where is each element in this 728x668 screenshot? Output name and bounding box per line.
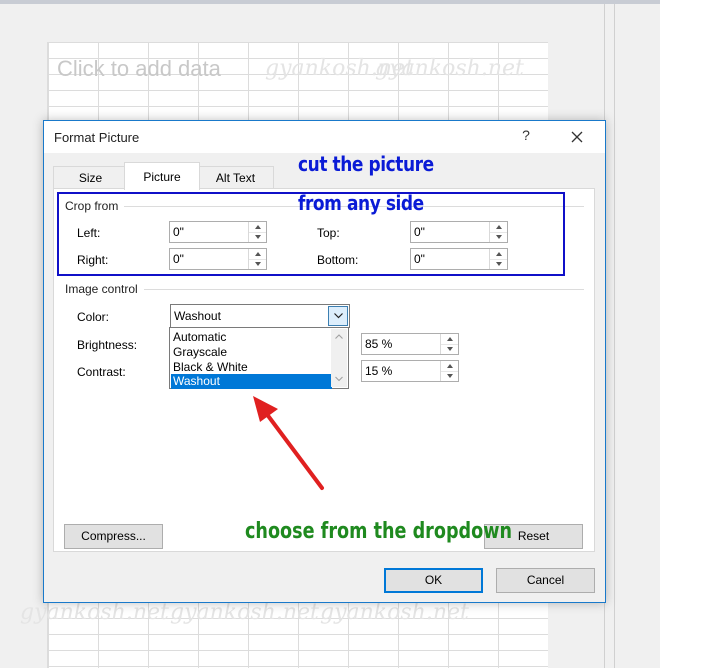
red-arrow-icon — [253, 396, 324, 490]
brightness-label: Brightness: — [77, 338, 138, 352]
table-placeholder-text: Click to add data — [57, 56, 221, 81]
tab-alt-text[interactable]: Alt Text — [197, 166, 274, 189]
group-divider — [144, 289, 584, 290]
color-label: Color: — [77, 310, 110, 324]
dropdown-annotation: choose from the dropdown — [245, 519, 513, 544]
option-black-white[interactable]: Black & White — [171, 360, 332, 375]
help-button[interactable]: ? — [514, 127, 538, 147]
contrast-spinner[interactable]: 15 % — [361, 360, 459, 382]
brightness-value: 85 % — [365, 337, 393, 351]
watermark: gyankosh.net — [375, 56, 524, 81]
dropdown-scrollbar[interactable] — [331, 329, 347, 387]
spin-down-icon[interactable] — [441, 344, 458, 354]
option-washout[interactable]: Washout — [171, 374, 332, 389]
watermark: gyankosh.net — [320, 600, 469, 625]
option-automatic[interactable]: Automatic — [171, 330, 332, 345]
close-icon — [571, 131, 583, 143]
ok-button[interactable]: OK — [384, 568, 483, 593]
dialog-titlebar: Format Picture ? — [44, 121, 605, 153]
color-select-value: Washout — [174, 309, 221, 323]
contrast-label: Contrast: — [77, 365, 126, 379]
color-dropdown-list: Automatic Grayscale Black & White Washou… — [169, 327, 349, 389]
scroll-up-icon — [335, 334, 343, 339]
crop-annotation-line1: cut the picture — [298, 152, 434, 176]
tab-size[interactable]: Size — [53, 166, 128, 189]
chevron-down-icon[interactable] — [328, 306, 348, 326]
brightness-spinner[interactable]: 85 % — [361, 333, 459, 355]
right-panel — [660, 0, 728, 668]
scroll-down-icon — [335, 376, 343, 382]
compress-button[interactable]: Compress... — [64, 524, 163, 549]
watermark: gyankosh.net — [170, 600, 319, 625]
tab-picture[interactable]: Picture — [124, 162, 200, 190]
image-control-label: Image control — [65, 282, 138, 296]
dialog-title: Format Picture — [54, 130, 140, 145]
contrast-value: 15 % — [365, 364, 393, 378]
watermark: gyankosh.net — [20, 600, 169, 625]
close-button[interactable] — [564, 125, 590, 149]
option-grayscale[interactable]: Grayscale — [171, 345, 332, 360]
cancel-button[interactable]: Cancel — [496, 568, 595, 593]
color-select[interactable]: Washout — [170, 304, 350, 328]
spin-down-icon[interactable] — [441, 371, 458, 381]
crop-annotation-line2: from any side — [298, 191, 424, 215]
divider — [614, 4, 615, 668]
